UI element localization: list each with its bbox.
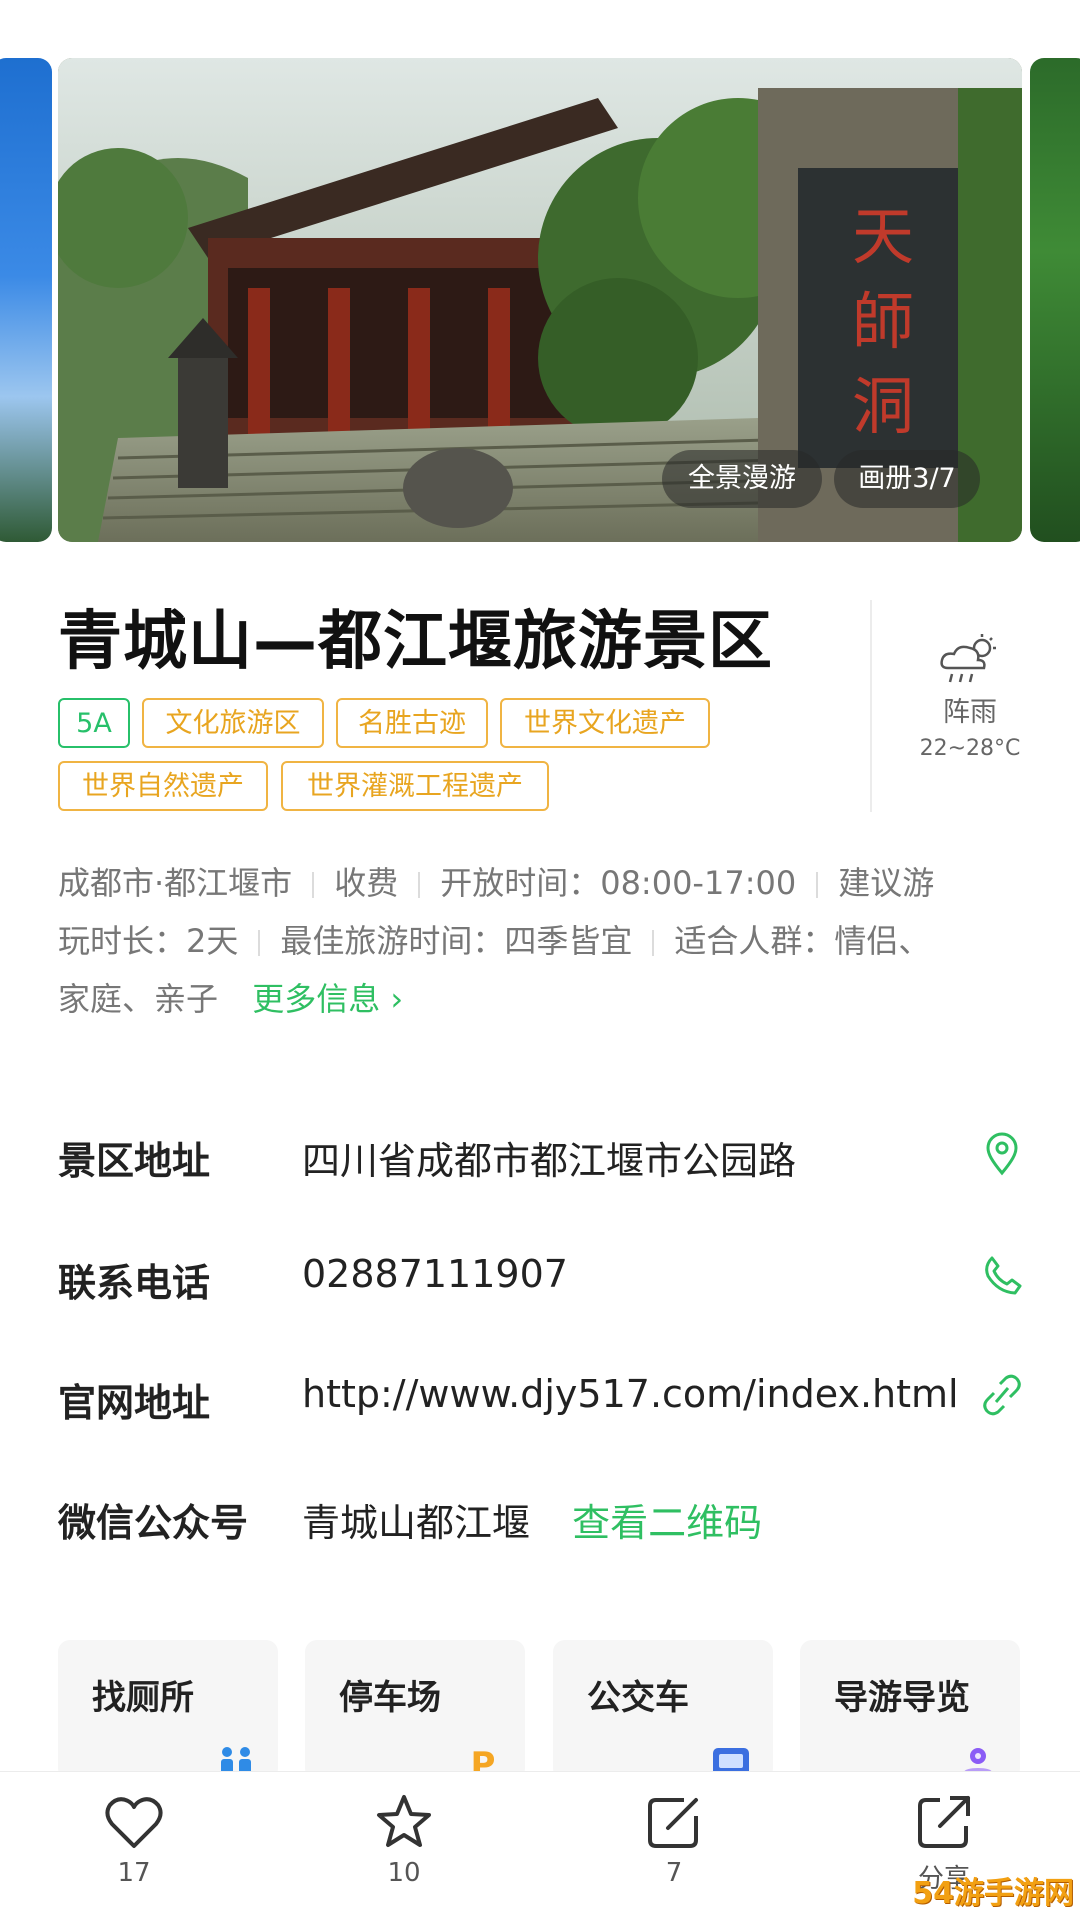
info-line-3: 家庭、亲子 更多信息 ›	[58, 974, 403, 1020]
phone-label: 联系电话	[58, 1261, 211, 1305]
wechat-row: 青城山都江堰 查看二维码	[302, 1492, 762, 1547]
signboard-char-3: 洞	[852, 370, 914, 443]
signboard-char-1: 天	[852, 200, 914, 273]
tag-world-cultural-heritage: 世界文化遗产	[500, 698, 710, 748]
info-open-hours: 开放时间：08:00-17:00	[440, 864, 797, 902]
info-location: 成都市·都江堰市	[58, 864, 293, 902]
info-crowd-b: 家庭、亲子	[58, 980, 219, 1018]
tag-historic-site: 名胜古迹	[336, 698, 488, 748]
info-duration-a: 建议游	[838, 864, 935, 902]
service-bus-label: 公交车	[587, 1678, 689, 1718]
like-count: 17	[117, 1858, 151, 1888]
album-counter-button[interactable]: 画册3/7	[834, 450, 980, 508]
comment-button[interactable]: 7	[614, 1794, 734, 1888]
service-toilet-card[interactable]: 找厕所	[58, 1640, 278, 1780]
address-value: 四川省成都市都江堰市公园路	[302, 1139, 797, 1183]
favorite-count: 10	[387, 1858, 421, 1888]
photo-carousel[interactable]: 天 師 洞 全景漫游 画册3/7	[0, 58, 1080, 542]
chevron-right-icon: ›	[390, 980, 404, 1018]
tag-irrigation-heritage: 世界灌溉工程遗产	[281, 761, 549, 811]
service-guide-card[interactable]: 导游导览	[800, 1640, 1020, 1780]
info-duration-b: 玩时长：2天	[58, 922, 239, 960]
info-line-1: 成都市·都江堰市 收费 开放时间：08:00-17:00 建议游	[58, 858, 934, 904]
info-crowd-a: 适合人群：情侣、	[674, 922, 931, 960]
favorite-button[interactable]: 10	[344, 1794, 464, 1888]
info-line-2: 玩时长：2天 最佳旅游时间：四季皆宜 适合人群：情侣、	[58, 916, 930, 962]
watermark-logo: 54游手游网	[912, 1876, 1074, 1911]
website-value[interactable]: http://www.djy517.com/index.html	[302, 1372, 959, 1416]
service-bus-card[interactable]: 公交车	[553, 1640, 773, 1780]
location-pin-icon[interactable]	[982, 1132, 1022, 1180]
scenic-title: 青城山—都江堰旅游景区	[58, 605, 773, 679]
carousel-main-image[interactable]: 天 師 洞 全景漫游 画册3/7	[58, 58, 1022, 542]
tag-culture-area: 文化旅游区	[142, 698, 324, 748]
more-info-label: 更多信息	[252, 980, 381, 1018]
carousel-prev-slide[interactable]	[0, 58, 52, 542]
share-icon	[918, 1796, 970, 1848]
carousel-next-slide[interactable]	[1030, 58, 1080, 542]
info-best-time: 最佳旅游时间：四季皆宜	[280, 922, 633, 960]
weather-condition: 阵雨	[943, 697, 997, 728]
address-label: 景区地址	[58, 1139, 211, 1183]
signboard-char-2: 師	[852, 285, 914, 358]
wechat-label: 微信公众号	[58, 1501, 249, 1545]
edit-icon	[648, 1798, 698, 1848]
phone-icon[interactable]	[982, 1254, 1022, 1300]
more-info-link[interactable]: 更多信息 ›	[252, 980, 403, 1018]
link-icon[interactable]	[982, 1374, 1022, 1420]
service-parking-card[interactable]: 停车场 P	[305, 1640, 525, 1785]
like-button[interactable]: 17	[74, 1794, 194, 1888]
phone-value[interactable]: 02887111907	[302, 1252, 568, 1296]
heart-icon	[105, 1797, 163, 1848]
wechat-account: 青城山都江堰	[302, 1501, 531, 1545]
service-toilet-label: 找厕所	[92, 1678, 194, 1718]
cloud-rain-sun-icon	[938, 634, 1002, 688]
service-parking-label: 停车场	[339, 1678, 441, 1718]
service-guide-label: 导游导览	[834, 1678, 970, 1718]
view-qr-code-link[interactable]: 查看二维码	[572, 1501, 762, 1545]
tag-5a: 5A	[58, 698, 130, 748]
website-label: 官网地址	[58, 1381, 211, 1425]
panorama-tour-button[interactable]: 全景漫游	[662, 450, 822, 508]
weather-temperature: 22~28°C	[919, 736, 1021, 761]
tag-world-natural-heritage: 世界自然遗产	[58, 761, 268, 811]
info-fee: 收费	[334, 864, 399, 902]
comment-count: 7	[665, 1858, 683, 1888]
star-icon	[377, 1795, 431, 1847]
divider	[870, 600, 872, 812]
